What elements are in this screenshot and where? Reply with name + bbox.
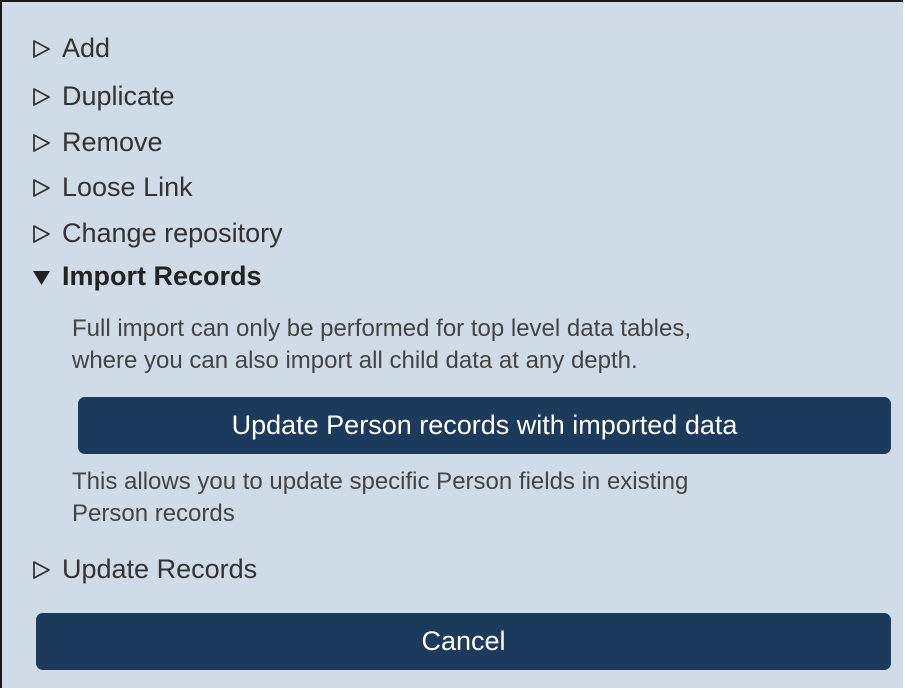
menu-item-label: Remove: [62, 127, 163, 157]
update-person-records-button[interactable]: Update Person records with imported data: [78, 397, 891, 454]
menu-item-label: Update Records: [62, 554, 258, 584]
menu-item-duplicate[interactable]: Duplicate: [32, 76, 175, 116]
menu-item-label: Add: [62, 33, 111, 63]
collapsed-triangle-icon: [32, 549, 62, 589]
collapsed-triangle-icon: [32, 213, 62, 253]
update-person-description-line1: This allows you to update specific Perso…: [72, 468, 689, 495]
expanded-triangle-icon: [32, 256, 62, 296]
menu-item-import-records[interactable]: Import Records: [32, 256, 262, 296]
menu-item-label: Loose Link: [62, 172, 193, 202]
menu-item-label: Duplicate: [62, 81, 175, 111]
import-records-description-line2: where you can also import all child data…: [72, 347, 638, 374]
import-records-description-line1: Full import can only be performed for to…: [72, 315, 691, 342]
menu-item-change-repository[interactable]: Change repository: [32, 213, 283, 253]
menu-item-remove[interactable]: Remove: [32, 122, 163, 162]
actions-panel: Add Duplicate Remove Loose Link Change r…: [0, 0, 903, 688]
collapsed-triangle-icon: [32, 122, 62, 162]
cancel-button[interactable]: Cancel: [36, 613, 891, 670]
collapsed-triangle-icon: [32, 28, 62, 68]
menu-item-label: Change repository: [62, 218, 283, 248]
menu-item-update-records[interactable]: Update Records: [32, 549, 257, 589]
menu-item-loose-link[interactable]: Loose Link: [32, 167, 193, 207]
collapsed-triangle-icon: [32, 167, 62, 207]
update-person-description-line2: Person records: [72, 500, 235, 527]
menu-item-label: Import Records: [62, 261, 262, 291]
collapsed-triangle-icon: [32, 76, 62, 116]
menu-item-add[interactable]: Add: [32, 28, 110, 68]
